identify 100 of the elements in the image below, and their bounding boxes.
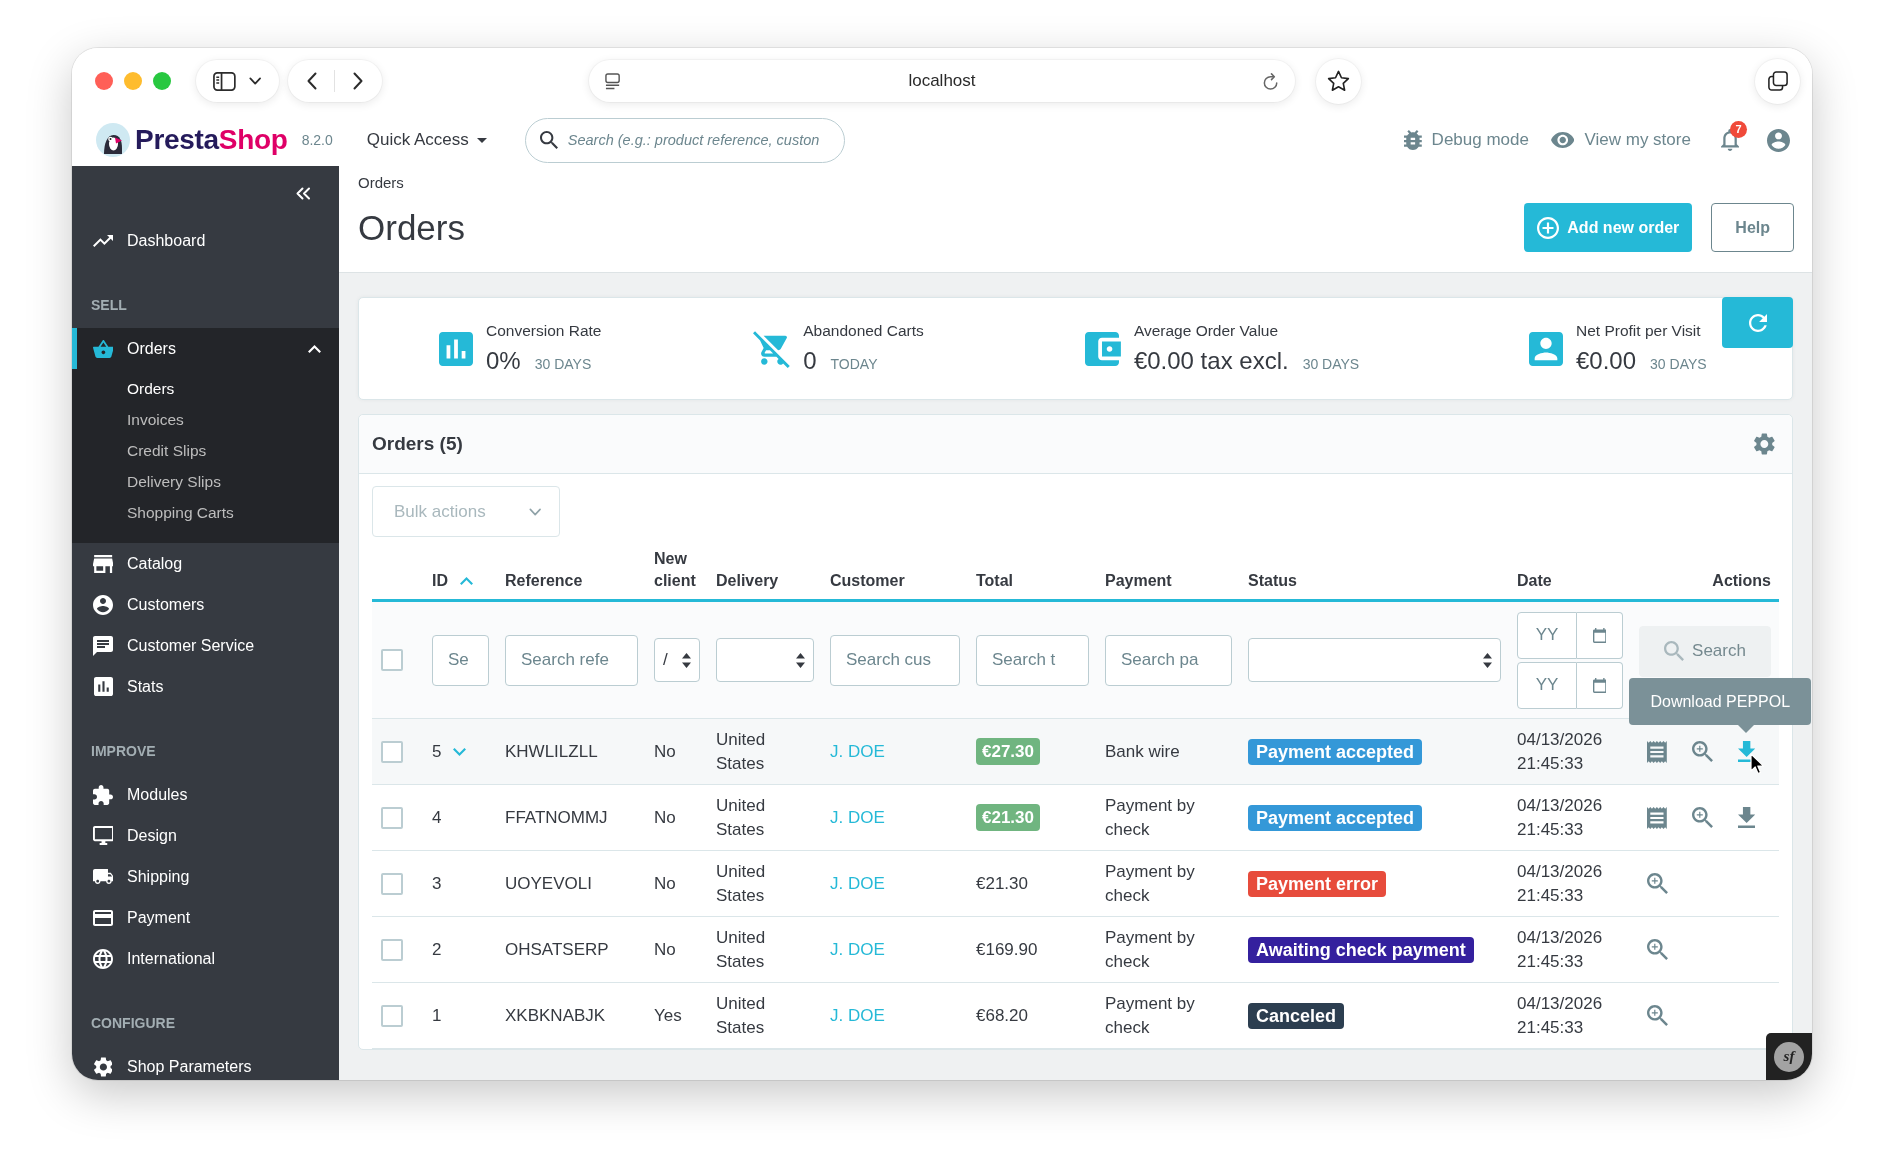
chevron-down-icon[interactable] <box>453 747 467 756</box>
view-store-link[interactable]: View my store <box>1550 130 1691 150</box>
bar-chart-icon <box>439 331 473 366</box>
table-cell-text: 3 <box>432 872 442 895</box>
sidebar-item[interactable]: Catalog <box>72 543 339 584</box>
checkbox[interactable] <box>381 872 403 895</box>
sidebar-item[interactable]: Dashboard <box>72 220 339 261</box>
sidebar-item[interactable]: Shipping <box>72 856 339 897</box>
table-cell-text: No <box>654 872 676 895</box>
bar-chart-icon <box>93 677 113 696</box>
date-input[interactable]: YY <box>1517 661 1577 709</box>
refresh-icon <box>1748 313 1767 332</box>
receipt-icon[interactable] <box>1647 806 1667 829</box>
calendar-button[interactable] <box>1577 611 1623 659</box>
credit-card-icon <box>93 909 113 926</box>
zoom-in-icon[interactable] <box>1691 807 1713 828</box>
kpi-label: Conversion Rate <box>486 321 602 341</box>
sidebar-item[interactable]: Modules <box>72 774 339 815</box>
up-down-arrows-icon <box>682 652 691 668</box>
sidebar-subitem[interactable]: Credit Slips <box>72 435 339 466</box>
zoom-in-icon[interactable] <box>1691 741 1713 762</box>
breadcrumb-link[interactable]: Orders <box>358 173 404 193</box>
double-chevron-left-icon[interactable] <box>295 186 311 200</box>
checkbox[interactable] <box>381 806 403 829</box>
sidebar-subitem[interactable]: Shopping Carts <box>72 497 339 528</box>
column-header[interactable]: Reference <box>505 570 583 592</box>
chevron-right-icon[interactable] <box>353 72 364 90</box>
kpi-period: 30 DAYS <box>1650 356 1707 372</box>
address-bar[interactable]: localhost <box>589 60 1295 102</box>
sidebar-item[interactable]: Stats <box>72 666 339 707</box>
sidebar-subitem[interactable]: Orders <box>72 373 339 404</box>
sidebar-item[interactable]: Payment <box>72 897 339 938</box>
section-title: IMPROVE <box>90 742 157 761</box>
checkbox[interactable] <box>381 1004 403 1027</box>
sidebar-toggle-button[interactable] <box>196 60 279 102</box>
table-cell-text: 04/13/2026 21:45:33 <box>1517 728 1604 775</box>
column-header[interactable]: Total <box>976 570 1014 592</box>
zoom-in-icon[interactable] <box>1647 1005 1668 1026</box>
settings-icon[interactable] <box>1754 433 1775 455</box>
sidebar-item[interactable]: Shop Parameters <box>72 1046 339 1080</box>
chevron-left-icon[interactable] <box>306 72 317 90</box>
sidebar-subitem[interactable]: Delivery Slips <box>72 466 339 497</box>
filter-input[interactable]: Search pa <box>1105 634 1232 686</box>
column-header[interactable]: Actions <box>1712 570 1771 592</box>
filter-input[interactable]: Search refe <box>505 634 638 686</box>
chevron-down-icon <box>528 507 541 516</box>
column-header[interactable]: Customer <box>830 570 905 592</box>
sidebar-item[interactable]: Customers <box>72 584 339 625</box>
zoom-window-icon[interactable] <box>153 72 171 90</box>
help-button[interactable]: Help <box>1711 203 1794 252</box>
column-header[interactable]: New client <box>654 548 700 592</box>
checkbox[interactable] <box>381 649 403 671</box>
select-field[interactable]: / <box>654 638 700 682</box>
column-header[interactable]: Date <box>1517 570 1552 592</box>
status-badge: Payment accepted <box>1248 804 1423 831</box>
filter-input[interactable]: Se <box>432 634 489 686</box>
checkbox[interactable] <box>381 740 403 763</box>
section-title: CONFIGURE <box>90 1014 176 1033</box>
column-header[interactable]: Payment <box>1105 570 1172 592</box>
debug-toolbar-button[interactable]: sf <box>1766 1033 1812 1080</box>
total-badge: €27.30 <box>976 738 1040 765</box>
sidebar-item[interactable]: Design <box>72 815 339 856</box>
monitor-icon <box>92 826 114 845</box>
table-cell-text: 04/13/2026 21:45:33 <box>1517 992 1604 1039</box>
filter-input[interactable]: Search t <box>976 634 1089 686</box>
chevron-up-icon[interactable] <box>308 344 321 353</box>
date-input[interactable]: YY <box>1517 611 1577 659</box>
filter-input[interactable]: Search cus <box>830 634 960 686</box>
receipt-icon[interactable] <box>1647 740 1667 763</box>
table-cell-text: 5 <box>432 740 442 763</box>
debug-mode-link[interactable]: Debug mode <box>1403 130 1529 150</box>
calendar-button[interactable] <box>1577 661 1623 709</box>
close-window-icon[interactable] <box>95 72 113 90</box>
checkbox[interactable] <box>381 938 403 961</box>
search-field[interactable]: Search (e.g.: product reference, custon <box>524 117 845 163</box>
refresh-button[interactable] <box>1722 297 1793 348</box>
column-header[interactable]: ID <box>432 570 448 592</box>
sidebar-item[interactable]: International <box>72 938 339 979</box>
reload-icon[interactable] <box>1262 71 1280 91</box>
basket-icon <box>92 339 114 358</box>
select-field[interactable] <box>716 638 814 682</box>
tabs-button[interactable] <box>1755 58 1800 104</box>
bookmark-button[interactable] <box>1316 58 1361 104</box>
table-cell-text: No <box>654 806 676 829</box>
select-field[interactable] <box>1248 638 1501 682</box>
column-header[interactable]: Delivery <box>716 570 779 592</box>
kpi-period: 30 DAYS <box>534 356 592 372</box>
zoom-in-icon[interactable] <box>1647 939 1668 960</box>
zoom-in-icon[interactable] <box>1647 873 1668 894</box>
person-card-icon <box>1529 331 1563 366</box>
download-icon[interactable] <box>1737 741 1756 762</box>
sidebar-subitem[interactable]: Invoices <box>72 404 339 435</box>
page-icon <box>605 72 621 90</box>
logo-icon <box>96 123 130 157</box>
quick-access-menu[interactable]: Quick Access <box>366 130 487 150</box>
notification-badge: 7 <box>1730 121 1747 138</box>
table-cell-text: Payment by check <box>1105 926 1196 973</box>
column-header[interactable]: Status <box>1248 570 1297 592</box>
sidebar-item[interactable]: Customer Service <box>72 625 339 666</box>
account-icon[interactable] <box>1767 128 1790 152</box>
